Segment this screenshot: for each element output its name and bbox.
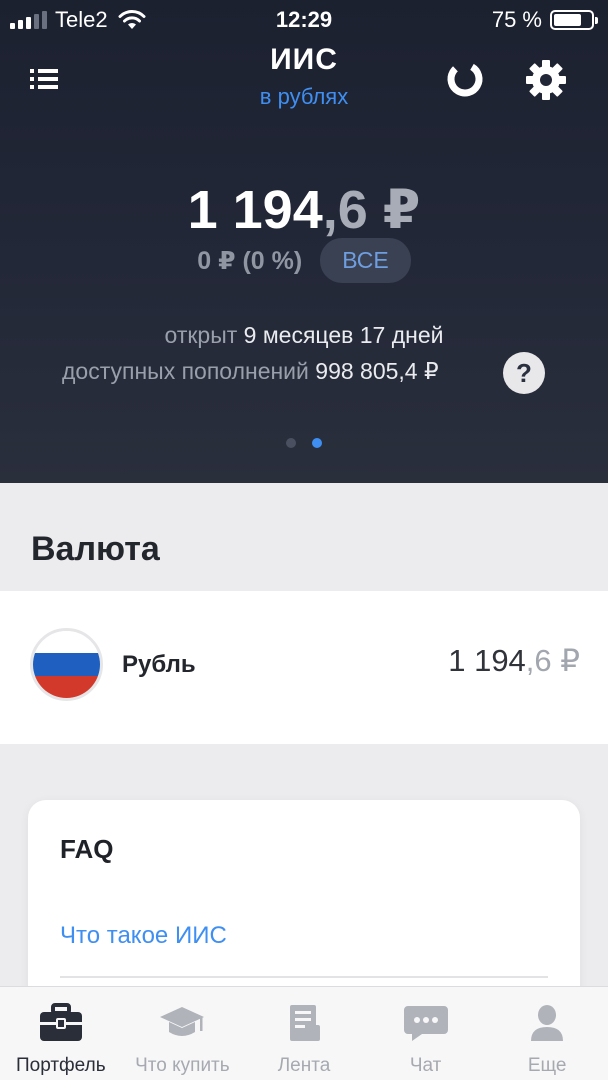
account-opened-info: открыт 9 месяцев 17 дней — [0, 322, 608, 349]
pager-dots[interactable] — [0, 438, 608, 448]
portfolio-balance: 1 194,6 ₽ — [0, 178, 608, 241]
graduation-cap-icon — [160, 1007, 205, 1036]
status-bar: Tele2 12:29 75 % — [0, 0, 608, 40]
allocation-chart-icon[interactable] — [446, 60, 484, 98]
currency-value-main: 1 194 — [448, 643, 526, 678]
tab-label: Еще — [527, 1055, 567, 1076]
faq-title: FAQ — [60, 834, 114, 864]
tab-more[interactable]: Еще — [486, 987, 608, 1080]
opened-label: открыт — [164, 322, 238, 348]
user-icon — [531, 1005, 564, 1041]
currency-item-rub[interactable]: Рубль 1 194,6 ₽ — [0, 591, 608, 744]
news-icon — [289, 1005, 320, 1041]
balance-change: 0 ₽ (0 %) — [197, 246, 303, 275]
gear-icon[interactable] — [524, 58, 568, 102]
tab-what-to-buy[interactable]: Что купить — [122, 987, 244, 1080]
tab-label: Чат — [409, 1055, 442, 1076]
balance-main: 1 194 — [187, 180, 323, 240]
faq-divider — [60, 976, 548, 978]
period-all-button[interactable]: ВСЕ — [320, 238, 411, 283]
help-button[interactable]: ? — [503, 352, 545, 394]
battery-percent: 75 % — [491, 7, 542, 32]
page-title: ИИС — [270, 43, 338, 76]
currency-value: 1 194,6 ₽ — [448, 643, 580, 679]
deposits-label: доступных пополнений — [62, 358, 309, 384]
tab-label: Портфель — [15, 1055, 106, 1076]
tab-chat[interactable]: Чат — [365, 987, 487, 1080]
russia-flag-icon — [30, 628, 103, 701]
pager-dot-active[interactable] — [312, 438, 322, 448]
faq-item-link[interactable]: Что такое ИИС — [60, 922, 227, 950]
briefcase-icon — [39, 1003, 82, 1041]
currency-section-title: Валюта — [31, 530, 160, 568]
balance-fraction: ,6 ₽ — [322, 180, 421, 240]
deposits-value: 998 805,4 ₽ — [315, 358, 439, 384]
available-deposits-info: доступных пополнений 998 805,4 ₽ — [62, 358, 439, 385]
tab-label: Лента — [277, 1055, 331, 1076]
tab-bar: Портфель Что купить Лента Чат Еще — [0, 986, 608, 1080]
account-header: Tele2 12:29 75 % ИИС в рублях 1 194,6 ₽ … — [0, 0, 608, 483]
tab-portfolio[interactable]: Портфель — [0, 987, 122, 1080]
tab-label: Что купить — [135, 1055, 230, 1076]
battery-icon — [550, 10, 598, 30]
tab-feed[interactable]: Лента — [243, 987, 365, 1080]
currency-switch-link[interactable]: в рублях — [0, 84, 608, 110]
currency-value-fraction: ,6 ₽ — [525, 643, 580, 678]
opened-value: 9 месяцев 17 дней — [243, 322, 444, 348]
currency-name: Рубль — [122, 651, 196, 678]
pager-dot[interactable] — [286, 438, 296, 448]
chat-icon — [403, 1006, 448, 1041]
